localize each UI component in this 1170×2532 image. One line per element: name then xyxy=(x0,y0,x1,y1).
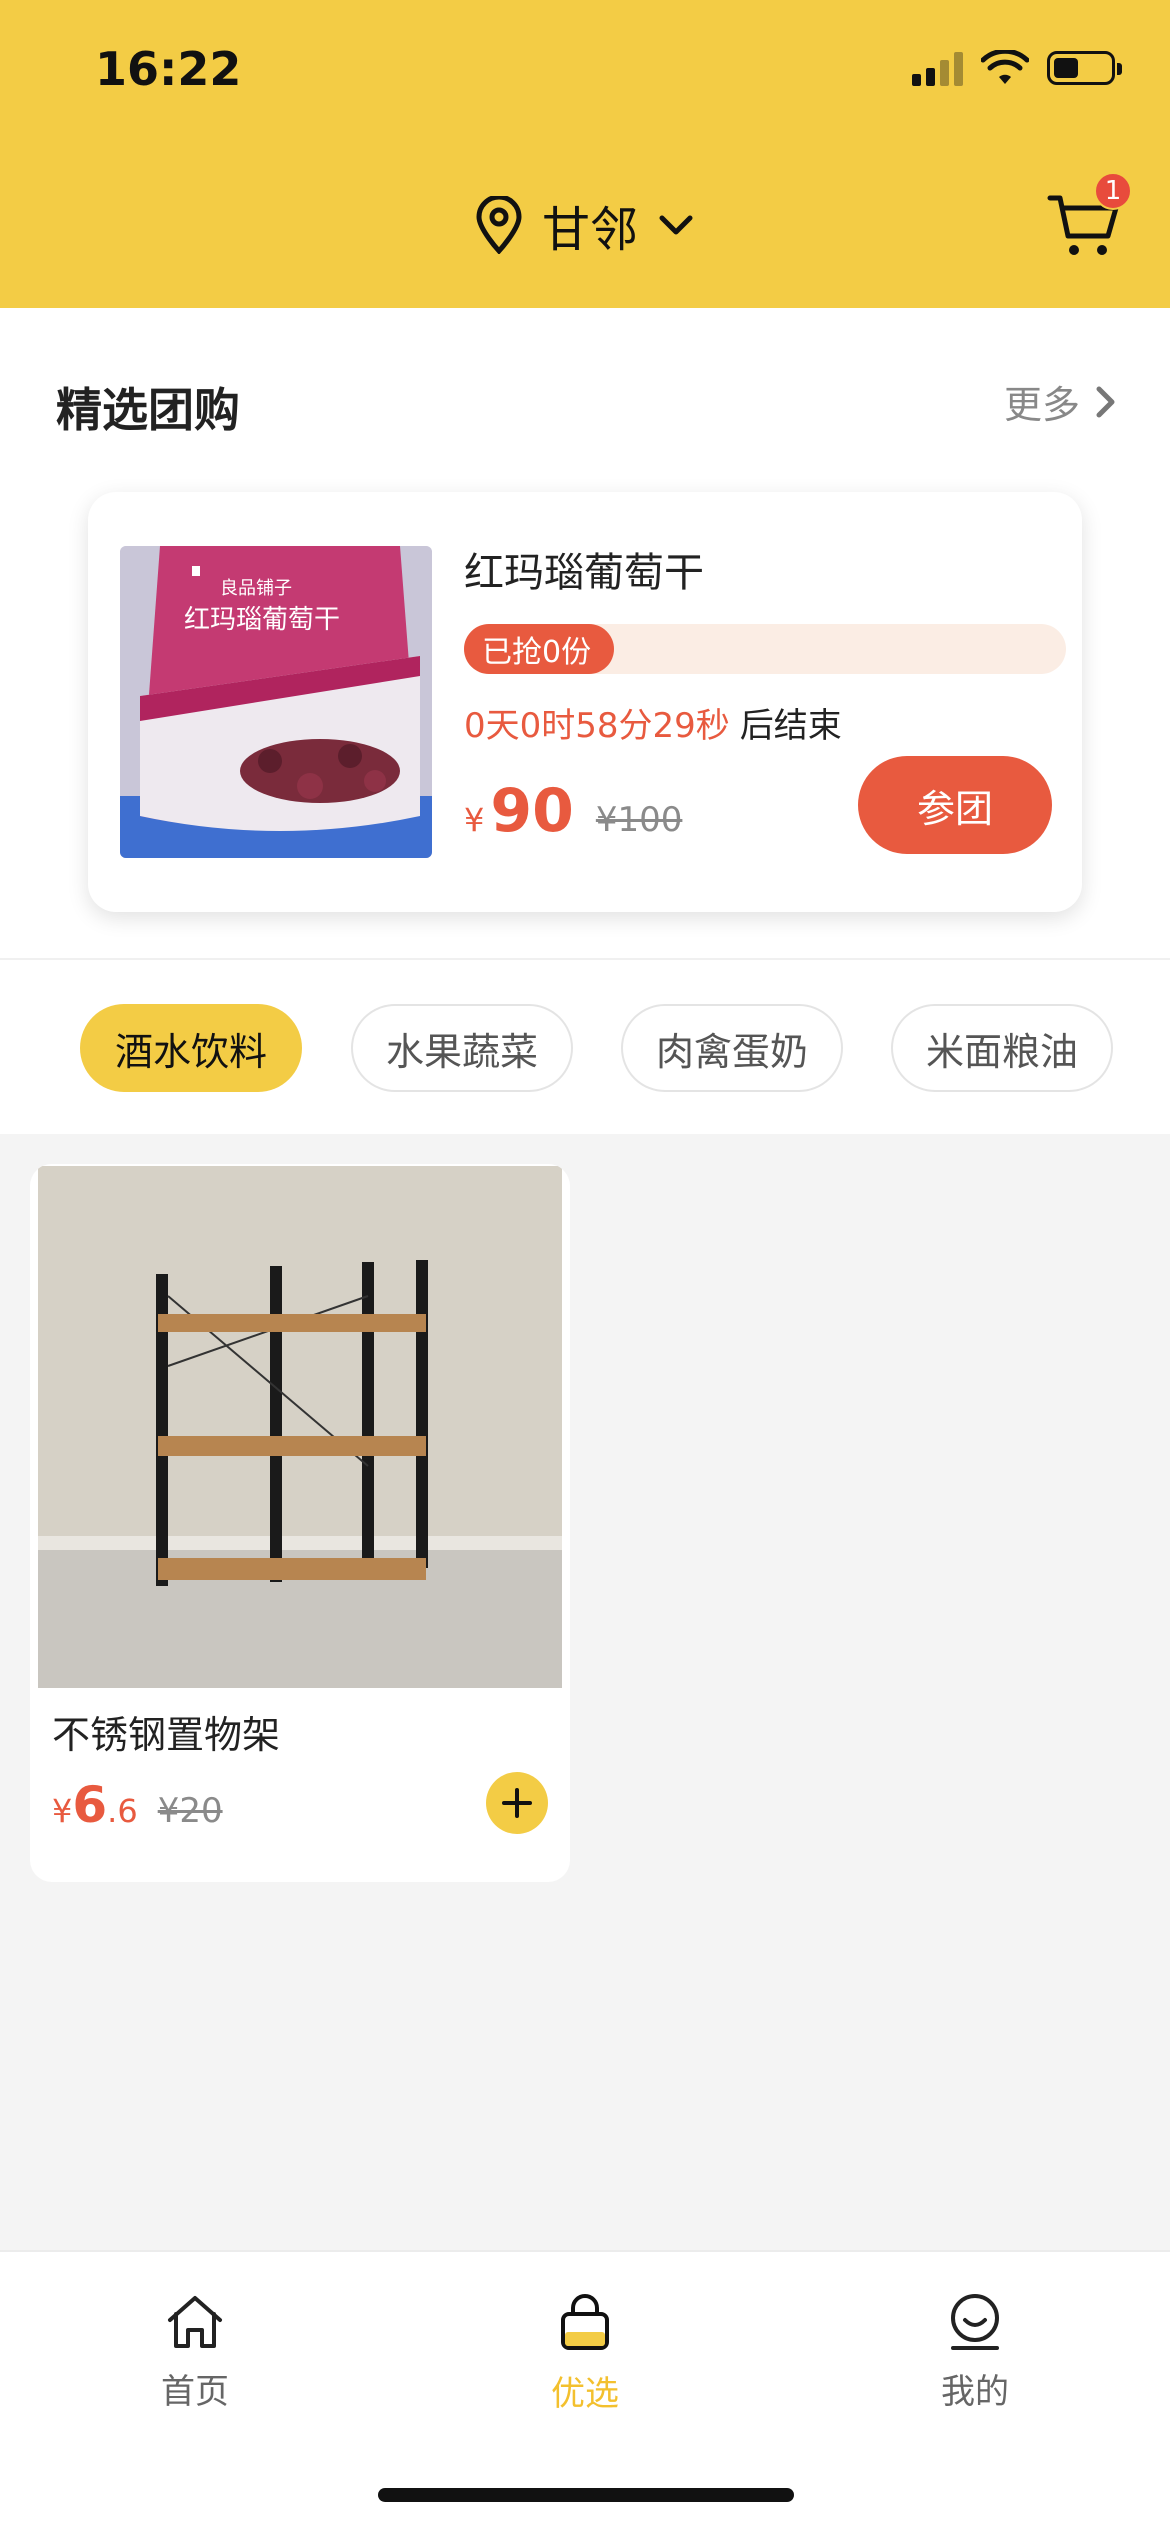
nav-label-home: 首页 xyxy=(161,2372,229,2412)
location-pin-icon xyxy=(476,196,522,254)
product-card[interactable]: 不锈钢置物架 ¥ 6 .6 ¥20 xyxy=(30,1164,570,1882)
more-label: 更多 xyxy=(1003,383,1080,427)
tab-meat-eggs-dairy[interactable]: 肉禽蛋奶 xyxy=(621,1004,843,1092)
bag-icon xyxy=(561,2294,609,2350)
nav-label-featured: 优选 xyxy=(551,2374,619,2414)
image-product-text: 红玛瑙葡萄干 xyxy=(184,605,340,635)
price-decimal: .6 xyxy=(107,1792,138,1830)
plus-icon xyxy=(502,1788,532,1818)
home-icon xyxy=(168,2296,222,2348)
sold-progress-bar: 已抢0份 xyxy=(464,624,1066,674)
status-time: 16:22 xyxy=(95,42,242,96)
group-buy-card[interactable]: 良品铺子 红玛瑙葡萄干 红玛瑙葡萄干 已抢0份 0天0时58分29秒 后结束 ¥ … xyxy=(88,492,1082,912)
header: 16:22 甘邻 1 xyxy=(0,0,1170,308)
category-tabs: 酒水饮料 水果蔬菜 肉禽蛋奶 米面粮油 xyxy=(0,958,1170,1134)
nav-item-home[interactable]: 首页 xyxy=(95,2292,295,2413)
price-row: ¥ 90 ¥100 xyxy=(464,776,682,846)
tab-rice-flour-oil[interactable]: 米面粮油 xyxy=(891,1004,1113,1092)
nav-item-profile[interactable]: 我的 xyxy=(875,2292,1075,2413)
location-selector[interactable]: 甘邻 xyxy=(0,190,1170,260)
currency-symbol: ¥ xyxy=(52,1792,73,1830)
group-price: 90 xyxy=(490,776,574,846)
battery-icon xyxy=(1047,51,1122,85)
tab-drinks[interactable]: 酒水饮料 xyxy=(80,1004,302,1092)
product-image: 良品铺子 红玛瑙葡萄干 xyxy=(120,546,432,858)
group-buy-section: 精选团购 更多 良品铺子 红玛瑙葡萄干 红玛瑙葡萄干 已抢0份 0天0时58分2… xyxy=(0,308,1170,958)
cart-badge: 1 xyxy=(1094,172,1132,210)
add-to-cart-button[interactable] xyxy=(486,1772,548,1834)
app-screen: 16:22 甘邻 1 精选团购 更多 良品铺子 红玛瑙葡萄干 红玛瑙葡萄干 已抢… xyxy=(0,0,1170,2532)
join-group-button[interactable]: 参团 xyxy=(858,756,1052,854)
countdown-suffix: 后结束 xyxy=(739,706,842,746)
section-title: 精选团购 xyxy=(56,383,240,437)
product-image xyxy=(38,1166,562,1688)
location-label: 甘邻 xyxy=(541,202,638,258)
countdown: 0天0时58分29秒 后结束 xyxy=(464,698,842,747)
status-icons xyxy=(912,50,1122,86)
chevron-down-icon xyxy=(659,215,693,235)
tab-fruits-vegetables[interactable]: 水果蔬菜 xyxy=(351,1004,573,1092)
countdown-time: 0天0时58分29秒 xyxy=(464,706,730,746)
currency-symbol: ¥ xyxy=(464,801,485,839)
more-link[interactable]: 更多 xyxy=(1004,374,1118,429)
product-name: 不锈钢置物架 xyxy=(52,1713,281,1757)
product-price: ¥ 6 .6 ¥20 xyxy=(52,1776,223,1834)
image-brand-text: 良品铺子 xyxy=(220,578,292,599)
price-integer: 6 xyxy=(72,1776,108,1834)
wifi-icon xyxy=(981,50,1029,84)
product-name: 红玛瑙葡萄干 xyxy=(464,550,704,596)
nav-label-profile: 我的 xyxy=(941,2372,1009,2412)
nav-item-featured[interactable]: 优选 xyxy=(485,2292,685,2415)
original-price: ¥100 xyxy=(595,800,683,840)
original-price: ¥20 xyxy=(157,1791,223,1831)
home-indicator xyxy=(378,2488,794,2502)
cellular-signal-icon xyxy=(912,50,963,86)
chevron-right-icon xyxy=(1096,386,1115,417)
sold-progress-label: 已抢0份 xyxy=(464,624,614,674)
profile-icon xyxy=(951,2294,999,2350)
